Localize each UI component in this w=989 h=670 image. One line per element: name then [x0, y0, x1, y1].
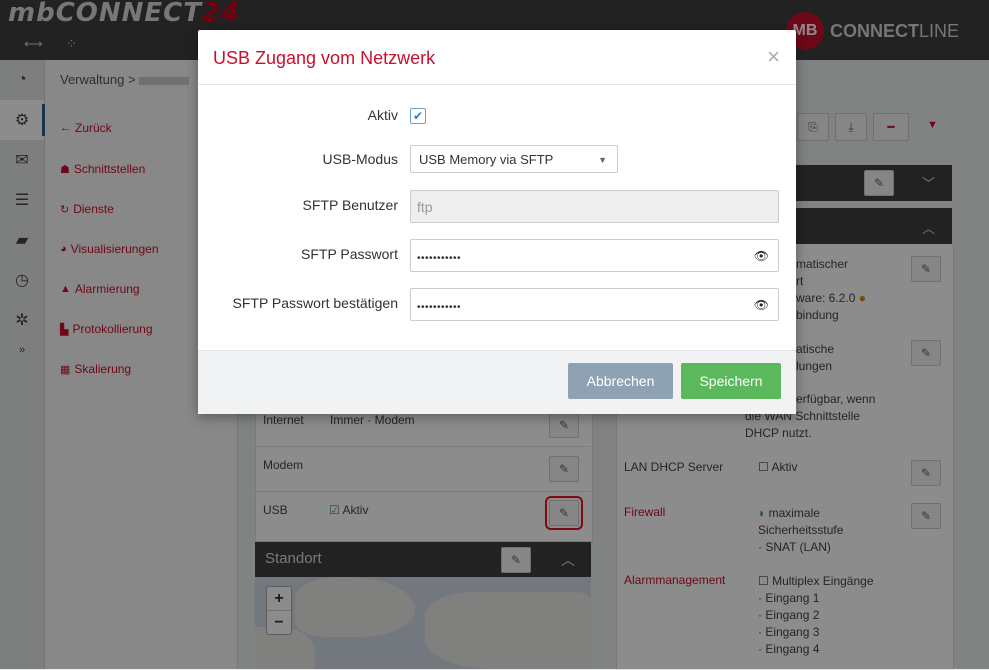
eye-icon[interactable]: 👁: [754, 249, 769, 263]
aktiv-label: Aktiv: [367, 107, 398, 123]
usb-mode-label: USB-Modus: [322, 151, 398, 167]
usb-mode-select[interactable]: USB Memory via SFTP ▼: [410, 145, 618, 173]
save-button[interactable]: Speichern: [681, 363, 781, 399]
check-icon: ✔: [412, 109, 424, 123]
dialog-footer: Abbrechen Speichern: [198, 350, 796, 414]
caret-down-icon: ▼: [598, 155, 607, 165]
sftp-password-label: SFTP Passwort: [301, 246, 398, 262]
aktiv-checkbox[interactable]: ✔: [410, 108, 426, 124]
dialog-header: USB Zugang vom Netzwerk ×: [198, 30, 796, 85]
sftp-password-confirm-field[interactable]: ••••••••••• 👁: [410, 288, 779, 321]
eye-icon[interactable]: 👁: [754, 298, 769, 312]
cancel-button[interactable]: Abbrechen: [568, 363, 673, 399]
sftp-password-field[interactable]: ••••••••••• 👁: [410, 239, 779, 272]
usb-access-dialog: USB Zugang vom Netzwerk × Aktiv ✔ USB-Mo…: [198, 30, 796, 414]
close-icon[interactable]: ×: [767, 46, 780, 68]
sftp-user-label: SFTP Benutzer: [302, 197, 398, 213]
sftp-password-confirm-label: SFTP Passwort bestätigen: [232, 295, 398, 311]
dialog-title: USB Zugang vom Netzwerk: [213, 48, 436, 68]
sftp-user-field[interactable]: ftp: [410, 190, 779, 223]
